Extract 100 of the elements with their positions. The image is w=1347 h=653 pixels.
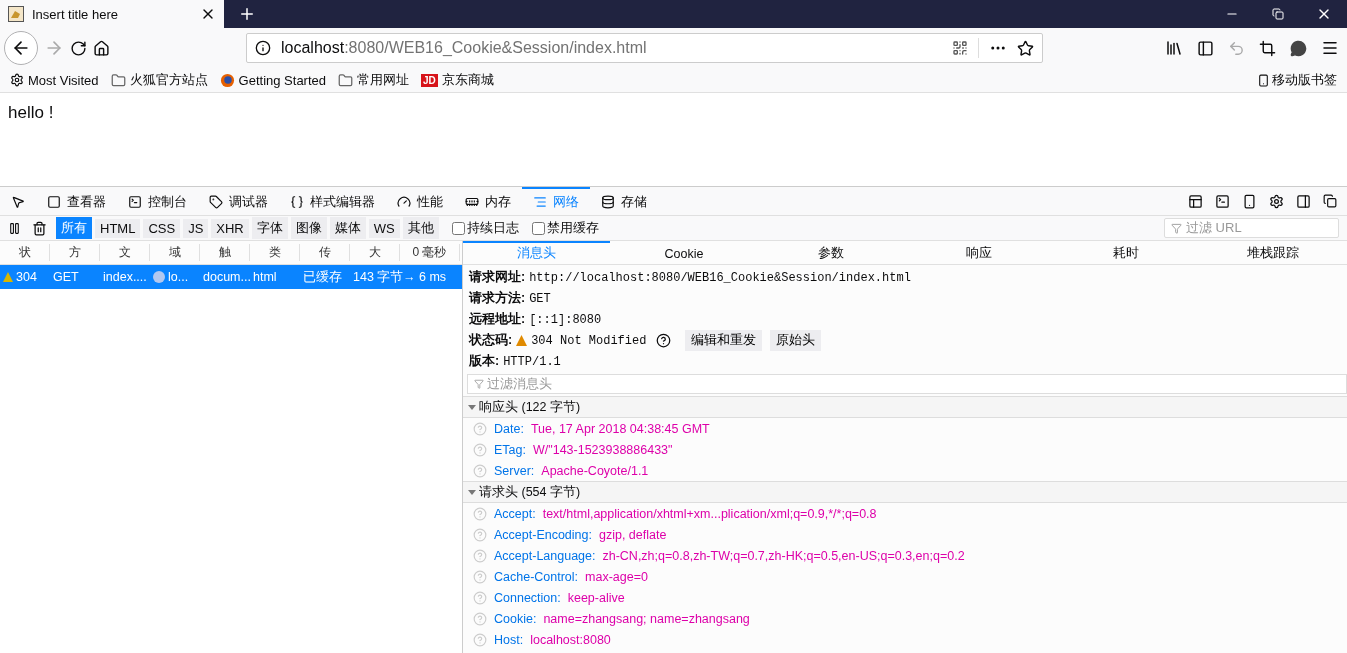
reload-icon[interactable] xyxy=(70,39,87,57)
header-name: Cookie: xyxy=(494,611,537,626)
devtools-tab[interactable]: 控制台 xyxy=(117,187,198,215)
table-cell: 304 xyxy=(16,270,37,284)
filter-chip[interactable]: CSS xyxy=(143,218,181,238)
sidebar-icon[interactable] xyxy=(1197,39,1214,57)
terminal-icon[interactable] xyxy=(1215,193,1230,209)
square-icon xyxy=(47,195,61,209)
filter-chip[interactable]: XHR xyxy=(211,218,249,238)
qr-code-icon[interactable] xyxy=(952,40,968,56)
bookmark[interactable]: 火狐官方站点 xyxy=(110,71,208,89)
folder-icon xyxy=(338,72,354,88)
detail-tab[interactable]: 参数 xyxy=(757,241,905,264)
table-cell: GET xyxy=(53,270,79,284)
folder-icon xyxy=(110,72,126,88)
layout-icon[interactable] xyxy=(1188,193,1203,209)
table-cell: lo... xyxy=(168,270,189,284)
separate-window-icon[interactable] xyxy=(1323,194,1337,208)
back-button[interactable] xyxy=(4,31,38,65)
help-icon[interactable] xyxy=(656,333,672,348)
crop-icon[interactable] xyxy=(1259,39,1276,57)
filter-chip[interactable]: 字体 xyxy=(251,217,288,239)
filter-chip[interactable]: WS xyxy=(368,218,400,238)
info-icon[interactable] xyxy=(255,40,271,56)
request-row[interactable]: 304 GET index.... lo... docum... html 已缓存 143 字节→ 6 ms xyxy=(0,265,462,289)
dock-side-icon[interactable] xyxy=(1296,193,1311,209)
header-name: Accept-Encoding: xyxy=(494,527,592,542)
trash-icon[interactable] xyxy=(32,220,47,236)
address-bar[interactable]: localhost:8080/WEB16_Cookie&Session/index.html xyxy=(246,33,1043,63)
column-header[interactable]: 域 xyxy=(150,244,200,261)
header-button[interactable]: 原始头 xyxy=(770,330,822,351)
section-title: 响应头 (122 字节) xyxy=(479,398,581,416)
home-icon[interactable] xyxy=(93,39,110,57)
devtools-tab[interactable]: 性能 xyxy=(386,187,454,215)
devtools-tab[interactable]: 存储 xyxy=(590,187,658,215)
library-icon[interactable] xyxy=(1165,39,1183,57)
header-name: Server: xyxy=(494,463,535,478)
filter-chip[interactable]: 其他 xyxy=(402,217,439,239)
bookmark[interactable]: Getting Started xyxy=(219,72,327,88)
detail-tab[interactable]: Cookie xyxy=(610,241,758,264)
filter-icon xyxy=(1171,222,1182,234)
header-value: gzip, deflate xyxy=(599,527,667,542)
section-header[interactable]: 请求头 (554 字节) xyxy=(463,481,1347,503)
header-value: max-age=0 xyxy=(585,569,648,584)
filter-chip[interactable]: JS xyxy=(183,218,209,238)
field-value: GET xyxy=(529,291,551,306)
menu-icon[interactable] xyxy=(1321,39,1339,57)
phone-icon[interactable] xyxy=(1242,193,1257,209)
header-value: Apache-Coyote/1.1 xyxy=(541,463,649,478)
bookmark[interactable]: Most Visited xyxy=(10,72,99,88)
chat-icon[interactable] xyxy=(1290,39,1307,57)
header-value: name=zhangsang; name=zhangsang xyxy=(543,611,750,626)
header-name: Date: xyxy=(494,421,524,436)
header-name: Connection: xyxy=(494,590,561,605)
pause-icon[interactable] xyxy=(8,221,21,235)
mobile-bookmarks[interactable]: 移动版书签 xyxy=(1272,71,1337,89)
field-value: [::1]:8080 xyxy=(529,312,602,327)
column-header[interactable]: 状 xyxy=(0,244,50,261)
settings-icon[interactable] xyxy=(1269,193,1284,209)
checkbox[interactable] xyxy=(531,221,545,235)
section-header[interactable]: 响应头 (122 字节) xyxy=(463,396,1347,418)
column-header[interactable]: 传 xyxy=(300,244,350,261)
checkbox[interactable] xyxy=(451,221,465,235)
option-label[interactable]: 禁用缓存 xyxy=(546,219,599,237)
column-header[interactable]: 文 xyxy=(100,244,150,261)
filter-icon xyxy=(474,379,484,389)
filter-chip[interactable]: 图像 xyxy=(290,217,327,239)
detail-tab[interactable]: 响应 xyxy=(905,241,1053,264)
devtools-tab[interactable]: 调试器 xyxy=(198,187,279,215)
column-header[interactable]: 触 xyxy=(200,244,250,261)
column-header[interactable]: 大 xyxy=(350,244,400,261)
phone-icon xyxy=(1257,73,1270,87)
bookmark[interactable]: 常用网址 xyxy=(338,71,410,89)
browser-tab[interactable]: Insert title here xyxy=(0,0,224,28)
lines-icon xyxy=(533,195,547,209)
devtools-tab[interactable]: 内存 xyxy=(454,187,522,215)
field-value: 304 Not Modified xyxy=(531,333,647,348)
header-button[interactable]: 编辑和重发 xyxy=(685,330,763,351)
column-header[interactable]: 0 毫秒 xyxy=(400,244,460,261)
detail-tab[interactable]: 消息头 xyxy=(463,241,611,264)
detail-tab[interactable]: 堆栈跟踪 xyxy=(1199,241,1347,264)
field-value: http://localhost:8080/WEB16_Cookie&Session/index.html xyxy=(529,270,911,285)
detail-tab[interactable]: 耗时 xyxy=(1052,241,1200,264)
option-label[interactable]: 持续日志 xyxy=(466,219,519,237)
filter-chip[interactable]: HTML xyxy=(95,218,141,238)
warning-icon xyxy=(516,335,528,346)
devtools-tab[interactable]: 查看器 xyxy=(36,187,117,215)
page-text: hello ! xyxy=(8,103,54,122)
header-value: zh-CN,zh;q=0.8,zh-TW;q=0.7,zh-HK;q=0.5,en-US;q=0.3,en;q=0.2 xyxy=(602,548,965,563)
bookmark[interactable]: JD 京东商城 xyxy=(421,71,494,89)
column-header[interactable]: 类 xyxy=(250,244,300,261)
table-cell: → 6 ms xyxy=(403,270,447,284)
filter-chip[interactable]: 所有 xyxy=(56,217,92,239)
column-header[interactable]: 方 xyxy=(50,244,100,261)
table-cell: 已缓存 xyxy=(303,268,342,286)
memory-icon xyxy=(465,195,479,209)
field-label: 请求网址: xyxy=(469,269,526,286)
devtools-tab[interactable]: 样式编辑器 xyxy=(279,187,386,215)
filter-chip[interactable]: 媒体 xyxy=(329,217,366,239)
star-icon[interactable] xyxy=(1017,39,1034,57)
